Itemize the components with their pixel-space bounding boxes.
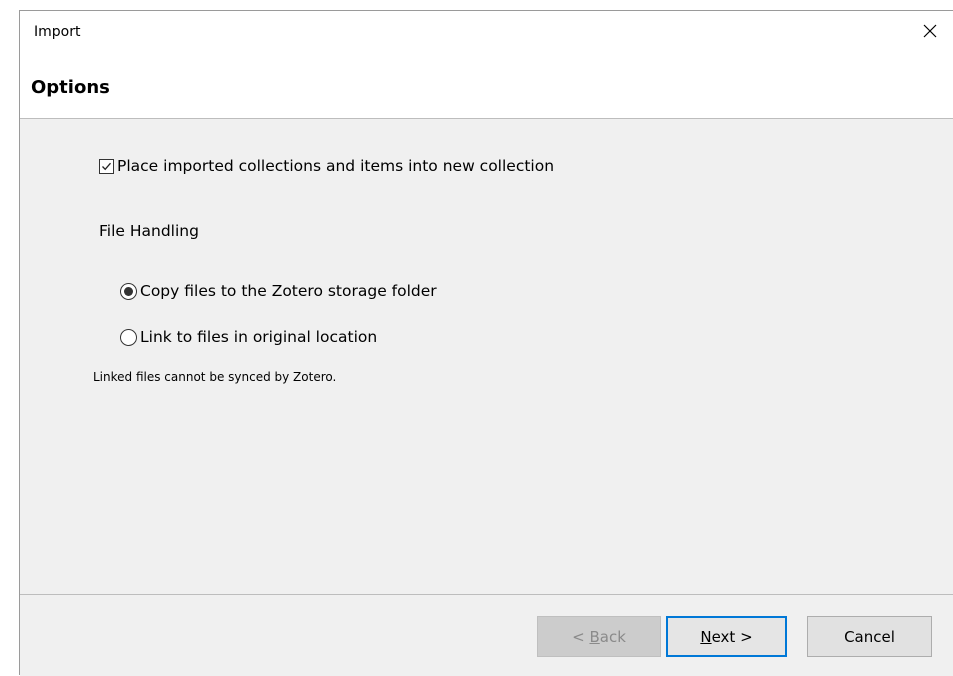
new-collection-checkbox-row[interactable]: Place imported collections and items int… bbox=[99, 157, 554, 175]
back-access-key: B bbox=[589, 627, 600, 646]
link-files-label[interactable]: Link to files in original location bbox=[140, 328, 377, 346]
window-title: Import bbox=[34, 24, 81, 40]
link-files-radio-row[interactable]: Link to files in original location bbox=[120, 328, 377, 346]
new-collection-label[interactable]: Place imported collections and items int… bbox=[117, 157, 554, 175]
title-bar: Import bbox=[20, 11, 953, 57]
copy-files-label[interactable]: Copy files to the Zotero storage folder bbox=[140, 282, 437, 300]
next-button[interactable]: Next > bbox=[666, 616, 787, 657]
link-files-radio[interactable] bbox=[120, 328, 137, 346]
back-prefix: < bbox=[572, 627, 590, 646]
radio-dot-icon bbox=[124, 286, 133, 296]
new-collection-checkbox[interactable] bbox=[99, 158, 114, 174]
button-bar: < Back Next > Cancel bbox=[20, 594, 953, 676]
close-button[interactable] bbox=[907, 11, 953, 51]
linked-files-note: Linked files cannot be synced by Zotero. bbox=[93, 370, 337, 384]
page-title: Options bbox=[31, 77, 110, 98]
file-handling-label: File Handling bbox=[99, 222, 199, 240]
next-access-key: N bbox=[700, 627, 712, 646]
wizard-page-header: Options bbox=[20, 57, 953, 119]
back-button[interactable]: < Back bbox=[537, 616, 661, 657]
copy-files-radio-row[interactable]: Copy files to the Zotero storage folder bbox=[120, 282, 437, 300]
copy-files-radio[interactable] bbox=[120, 282, 137, 300]
options-panel: Place imported collections and items int… bbox=[20, 119, 953, 594]
checkmark-icon bbox=[102, 162, 111, 170]
back-label-rest: ack bbox=[599, 627, 626, 646]
cancel-button[interactable]: Cancel bbox=[807, 616, 932, 657]
next-label-rest: ext > bbox=[711, 627, 753, 646]
close-icon bbox=[923, 24, 937, 38]
import-dialog: Import Options Place imported collection… bbox=[19, 10, 953, 676]
